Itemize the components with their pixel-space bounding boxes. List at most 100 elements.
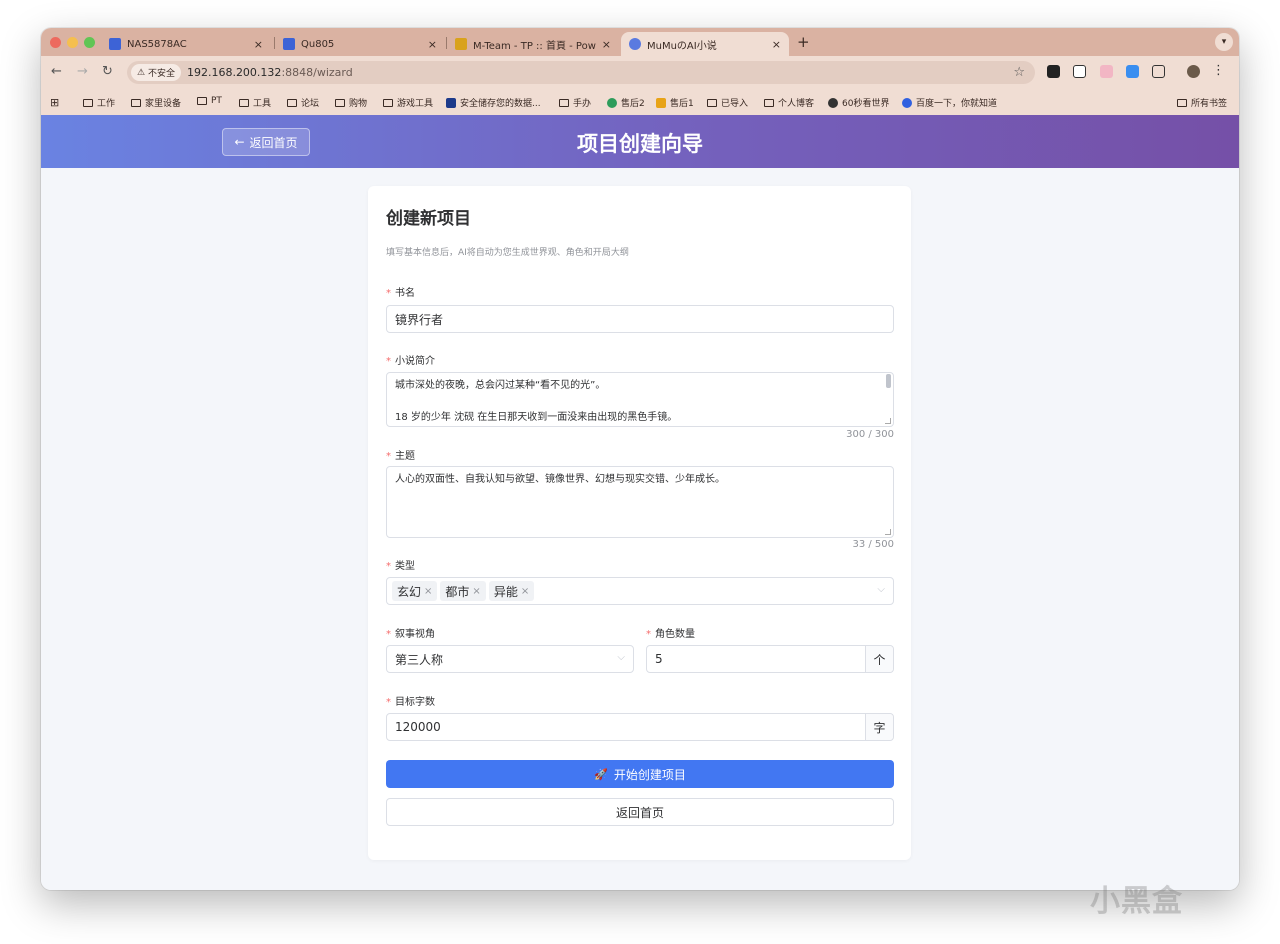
forward-arrow-icon[interactable]: → <box>77 64 88 79</box>
extension-icon[interactable] <box>1126 65 1139 78</box>
bookmarks-bar: ⊞ 工作 家里设备 PT 工具 论坛 购物 游戏工具 安全储存您的数据... 手… <box>41 89 1239 115</box>
book-name-input[interactable]: 镜界行者 <box>386 305 894 333</box>
resize-handle-icon[interactable] <box>885 418 891 424</box>
button-label: 返回首页 <box>615 805 664 820</box>
tab-mumu-active[interactable]: MuMuのAI小说 × <box>621 32 789 56</box>
narrative-select[interactable]: 第三人称 ⌵ <box>386 645 634 673</box>
textarea-line: 人心的双面性、自我认知与欲望、镜像世界、幻想与现实交错、少年成长。 <box>395 474 725 485</box>
bookmark-label: 60秒看世界 <box>842 99 890 109</box>
tab-qu805[interactable]: Qu805 × <box>275 32 445 56</box>
return-home-button[interactable]: 返回首页 <box>386 798 894 826</box>
label-text: 小说简介 <box>395 356 435 367</box>
close-tab-icon[interactable]: × <box>428 38 437 51</box>
bookmark-folder-work[interactable]: 工作 <box>83 96 115 109</box>
character-count-label: * 角色数量 <box>646 625 695 640</box>
resize-handle-icon[interactable] <box>885 529 891 535</box>
bookmark-folder-tools[interactable]: 工具 <box>239 96 271 109</box>
extensions-puzzle-icon[interactable] <box>1152 65 1165 78</box>
screenshot-extension-icon[interactable] <box>1073 65 1086 78</box>
bookmark-folder-pt[interactable]: PT <box>197 96 222 106</box>
app-viewport: ← 返回首页 项目创建向导 创建新项目 填写基本信息后，AI将自动为您生成世界观… <box>41 115 1239 890</box>
extension-icon[interactable] <box>1047 65 1060 78</box>
required-mark: * <box>386 451 391 462</box>
profile-avatar[interactable] <box>1187 65 1200 78</box>
folder-icon <box>764 98 774 107</box>
tab-nas[interactable]: NAS5878AC × <box>101 32 271 56</box>
address-bar[interactable]: ⚠ 不安全 192.168.200.132:8848/wizard ☆ <box>127 61 1035 84</box>
close-tab-icon[interactable]: × <box>254 38 263 51</box>
close-window-button[interactable] <box>50 37 61 48</box>
bookmark-folder-forum[interactable]: 论坛 <box>287 96 319 109</box>
bookmark-aftersale-1[interactable]: 售后1 <box>656 96 694 109</box>
security-chip[interactable]: ⚠ 不安全 <box>131 64 181 81</box>
close-tab-icon[interactable]: × <box>602 38 611 51</box>
genre-tag: 玄幻 × <box>392 581 438 601</box>
reload-icon[interactable]: ↻ <box>102 64 113 79</box>
back-arrow-icon[interactable]: ← <box>51 64 62 79</box>
bookmark-secure-storage[interactable]: 安全储存您的数据... <box>446 96 541 109</box>
bookmark-label: 手办 <box>573 99 592 109</box>
browser-menu-icon[interactable]: ⋮ <box>1212 63 1225 78</box>
bookmark-folder-game-tools[interactable]: 游戏工具 <box>383 96 433 109</box>
start-create-project-button[interactable]: 🚀 开始创建项目 <box>386 760 894 788</box>
tag-label: 都市 <box>445 584 470 599</box>
folder-icon <box>1177 98 1187 107</box>
required-mark: * <box>386 288 391 299</box>
character-count-unit: 个 <box>865 646 893 672</box>
bookmark-star-icon[interactable]: ☆ <box>1013 65 1025 80</box>
theme-textarea[interactable]: 人心的双面性、自我认知与欲望、镜像世界、幻想与现实交错、少年成长。 <box>386 466 894 538</box>
new-tab-button[interactable]: + <box>797 33 810 51</box>
bookmark-folder-imported[interactable]: 已导入 <box>707 96 748 109</box>
url-text[interactable]: 192.168.200.132:8848/wizard <box>187 66 353 79</box>
folder-icon <box>197 97 207 105</box>
mumu-favicon-icon <box>629 38 641 50</box>
bookmark-label: 论坛 <box>301 99 320 109</box>
input-value: 5 <box>655 652 663 666</box>
label-text: 主题 <box>395 451 415 462</box>
textarea-scrollbar[interactable] <box>886 374 891 388</box>
target-words-unit: 字 <box>865 714 893 740</box>
required-mark: * <box>386 629 391 640</box>
synopsis-char-counter: 300 / 300 <box>846 429 894 440</box>
site-favicon-icon <box>656 97 666 108</box>
character-count-input[interactable]: 5 个 <box>646 645 894 673</box>
bookmark-label: 售后2 <box>621 99 645 109</box>
bookmark-label: 百度一下，你就知道 <box>916 99 998 109</box>
bookmark-folder-home-devices[interactable]: 家里设备 <box>131 96 181 109</box>
genre-multiselect[interactable]: 玄幻 × 都市 × 异能 × ⌵ <box>386 577 894 605</box>
narrative-label: * 叙事视角 <box>386 625 435 640</box>
minimize-window-button[interactable] <box>67 37 78 48</box>
folder-icon <box>383 98 393 107</box>
bookmark-baidu[interactable]: 百度一下，你就知道 <box>902 96 997 109</box>
genre-tag: 都市 × <box>440 581 486 601</box>
input-value: 120000 <box>395 720 441 734</box>
apps-grid-icon[interactable]: ⊞ <box>50 96 59 109</box>
page-header: ← 返回首页 项目创建向导 <box>41 115 1239 168</box>
remove-tag-icon[interactable]: × <box>472 586 480 597</box>
bookmark-aftersale-2[interactable]: 售后2 <box>607 96 645 109</box>
tab-search-chevron-icon[interactable]: ▾ <box>1215 33 1233 51</box>
bookmark-60s-world[interactable]: 60秒看世界 <box>828 96 889 109</box>
extension-icon[interactable] <box>1100 65 1113 78</box>
bookmark-folder-figures[interactable]: 手办 <box>559 96 591 109</box>
bookmark-label: 已导入 <box>721 99 749 109</box>
remove-tag-icon[interactable]: × <box>424 586 432 597</box>
input-value: 镜界行者 <box>395 312 444 327</box>
synopsis-textarea[interactable]: 城市深处的夜晚，总会闪过某种“看不见的光”。 18 岁的少年 沈砚 在生日那天收… <box>386 372 894 427</box>
bookmark-folder-all[interactable]: 所有书签 <box>1177 96 1227 109</box>
maximize-window-button[interactable] <box>84 37 95 48</box>
site-favicon-icon <box>446 97 456 108</box>
bookmark-label: 个人博客 <box>778 99 815 109</box>
warning-triangle-icon: ⚠ <box>137 67 148 78</box>
tag-label: 玄幻 <box>397 584 422 599</box>
watermark-logo: 小黑盒 <box>1090 884 1183 919</box>
url-host: 192.168.200.132 <box>186 66 282 79</box>
close-tab-icon[interactable]: × <box>772 38 781 51</box>
wizard-card: 创建新项目 填写基本信息后，AI将自动为您生成世界观、角色和开局大纲 * 书名 镜… <box>368 186 911 860</box>
target-words-input[interactable]: 120000 字 <box>386 713 894 741</box>
remove-tag-icon[interactable]: × <box>521 586 529 597</box>
bookmark-label: 家里设备 <box>145 99 182 109</box>
bookmark-folder-shopping[interactable]: 购物 <box>335 96 367 109</box>
tab-mteam[interactable]: M-Team - TP :: 首頁 - Powere × <box>447 32 619 56</box>
bookmark-folder-blog[interactable]: 个人博客 <box>764 96 814 109</box>
